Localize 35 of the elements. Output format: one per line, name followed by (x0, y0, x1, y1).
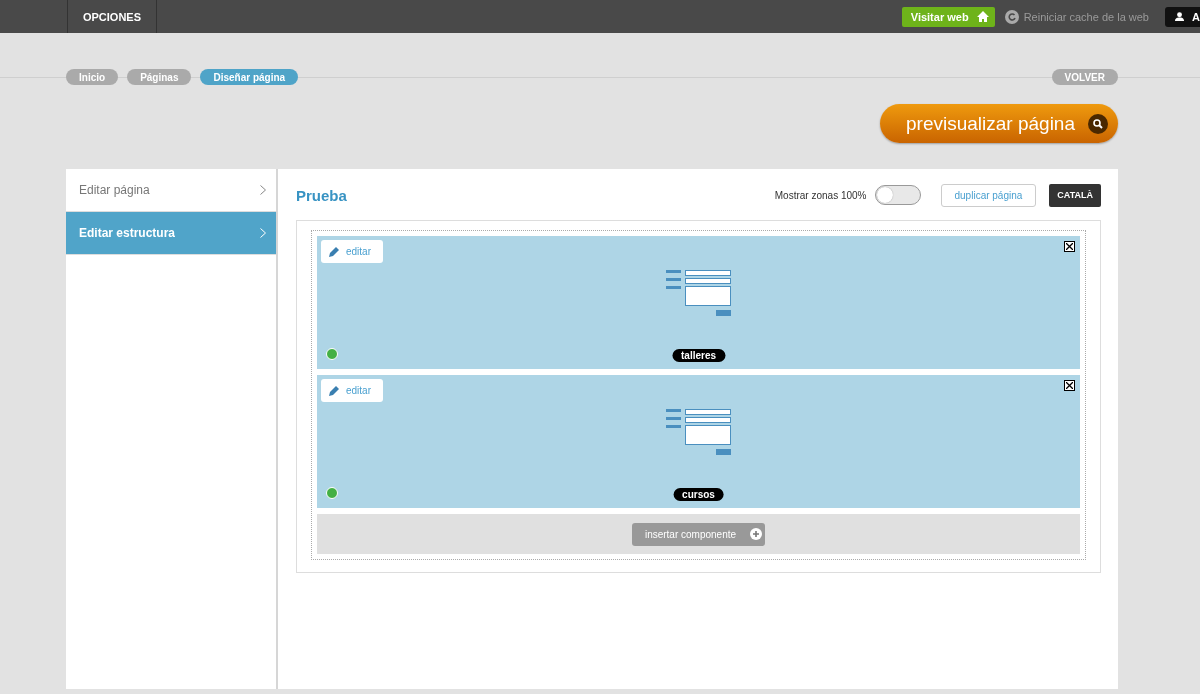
breadcrumb-link[interactable]: Diseñar página (200, 69, 299, 85)
menu-tab[interactable]: OPCIONES (67, 0, 157, 33)
language-button[interactable]: CATALÀ (1049, 183, 1101, 207)
preview-page-button[interactable]: previsualizar página (880, 104, 1118, 143)
component-label: talleres (672, 349, 725, 362)
close-icon (1066, 382, 1073, 389)
breadcrumb-link[interactable]: Páginas (127, 69, 192, 85)
chevron-icon (260, 228, 266, 238)
close-icon (1066, 243, 1073, 250)
close-button[interactable] (1064, 241, 1075, 252)
sidebar-item[interactable]: Editar estructura (66, 212, 276, 255)
insert-component-button[interactable]: insertar componente (631, 522, 766, 546)
pencil-icon (329, 385, 340, 396)
back-button[interactable]: VOLVER (1051, 69, 1118, 85)
pencil-icon (329, 246, 340, 257)
user-icon (1175, 10, 1185, 23)
user-menu[interactable]: A (1165, 6, 1200, 27)
search-icon (1088, 113, 1108, 134)
edit-button[interactable]: editar (321, 379, 383, 402)
reset-cache-link[interactable]: Reiniciar cache de la web (1004, 9, 1149, 24)
chevron-icon (260, 185, 266, 195)
duplicate-page-button[interactable]: duplicar página (940, 183, 1037, 207)
zones-label: Mostrar zonas 100% (774, 189, 867, 201)
plus-icon (750, 528, 763, 540)
edit-button[interactable]: editar (321, 240, 383, 263)
visit-web-button[interactable]: Visitar web (901, 6, 995, 27)
zones-toggle[interactable] (874, 185, 921, 205)
form-drawing (665, 409, 732, 456)
component-label: cursos (673, 488, 724, 501)
refresh-icon (1004, 9, 1019, 24)
page-title: Prueba (296, 186, 347, 204)
close-button[interactable] (1064, 380, 1075, 391)
breadcrumb-link[interactable]: Inicio (66, 69, 119, 85)
home-icon (976, 11, 989, 22)
form-drawing (665, 270, 732, 317)
